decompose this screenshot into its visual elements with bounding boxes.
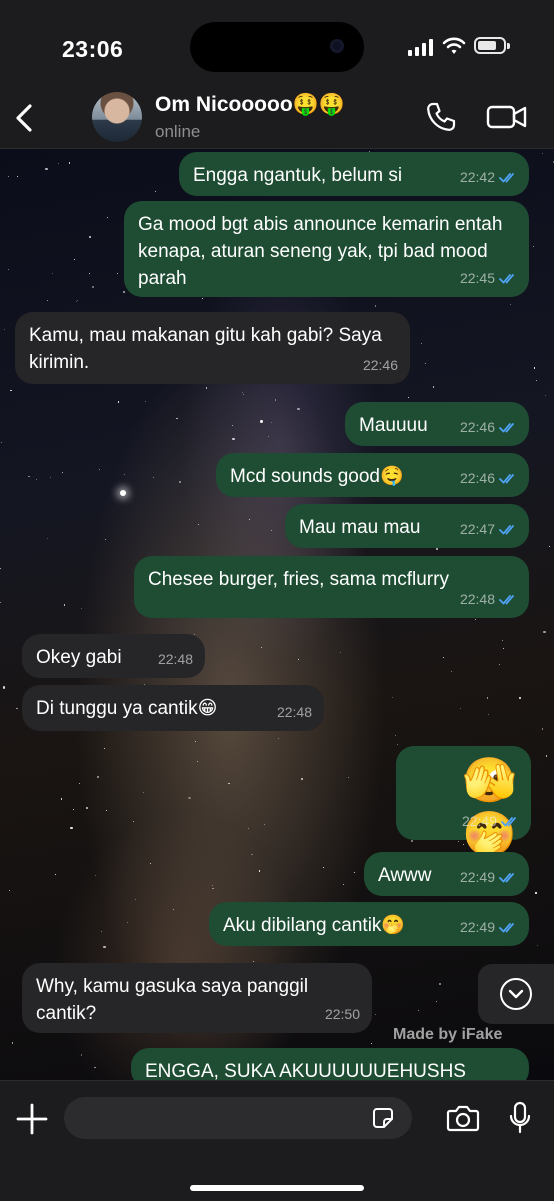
message-meta: 22:49 [462,808,519,835]
message-meta: 22:49 [460,864,517,891]
battery-icon [474,37,510,54]
outgoing-message[interactable]: Engga ngantuk, belum si 22:42 [179,152,529,196]
read-check-icon [499,173,514,183]
scroll-down-button[interactable] [478,964,554,1024]
incoming-message[interactable]: Kamu, mau makanan gitu kah gabi? Saya ki… [15,312,410,384]
message-meta: 22:46 [460,465,517,492]
home-indicator [190,1185,364,1191]
message-text: Ga mood bgt abis announce kemarin entah … [138,214,503,289]
message-time: 22:48 [276,704,312,720]
message-time: 22:48 [459,591,495,607]
message-meta: 22:49 [460,914,517,941]
message-time: 22:50 [324,1006,360,1022]
message-meta: 22:48 [277,699,312,726]
dynamic-island [190,22,364,72]
message-time: 22:48 [157,651,193,667]
message-text: Di tunggu ya cantik😁 [36,698,218,719]
read-check-icon [501,817,516,827]
contact-avatar[interactable] [92,92,142,142]
chat-header: Om Nicooooo🤑🤑 online [0,90,554,149]
microphone-icon[interactable] [508,1101,532,1135]
message-text: Why, kamu gasuka saya panggil cantik? [36,976,309,1024]
message-time: 22:49 [459,869,495,885]
incoming-message[interactable]: Di tunggu ya cantik😁 22:48 [22,685,324,731]
scroll-down-icon [500,978,532,1010]
status-bar: 23:06 [0,0,554,90]
message-meta: 22:47 [460,516,517,543]
outgoing-message[interactable]: Awww 22:49 [364,852,529,896]
incoming-message[interactable]: Why, kamu gasuka saya panggil cantik? 22:… [22,963,372,1033]
incoming-message[interactable]: Okey gabi 22:48 [22,634,205,678]
message-time: 22:46 [459,470,495,486]
cellular-signal-icon [408,38,434,56]
message-time: 22:42 [459,169,495,185]
message-time: 22:46 [459,419,495,435]
phone-icon[interactable] [424,100,458,134]
outgoing-message[interactable]: Aku dibilang cantik🤭 22:49 [209,902,529,946]
video-camera-icon[interactable] [486,100,528,134]
message-time: 22:45 [459,270,495,286]
read-check-icon [499,525,514,535]
wifi-icon [442,37,466,54]
outgoing-message[interactable]: Mauuuu 22:46 [345,402,529,446]
message-input[interactable] [64,1097,412,1139]
message-text: Kamu, mau makanan gitu kah gabi? Saya ki… [29,325,382,373]
message-meta: 22:46 [363,352,398,379]
read-check-icon [499,423,514,433]
outgoing-message[interactable]: Chesee burger, fries, sama mcflurry 22:48 [134,556,529,618]
message-meta: 22:50 [325,1001,360,1028]
back-button[interactable] [8,98,42,138]
contact-name[interactable]: Om Nicooooo🤑🤑 [155,93,345,117]
sticker-icon[interactable] [372,1107,394,1129]
message-meta: 22:42 [460,164,517,191]
read-check-icon [499,873,514,883]
read-check-icon [499,595,514,605]
camera-icon[interactable] [446,1103,480,1133]
outgoing-message[interactable]: Mcd sounds good🤤 22:46 [216,453,529,497]
status-time: 23:06 [62,36,124,62]
message-meta: 22:48 [158,646,193,673]
message-meta: 22:45 [460,265,517,292]
outgoing-message[interactable]: Mau mau mau 22:47 [285,504,529,548]
watermark: Made by iFake [393,1026,503,1043]
outgoing-message[interactable]: 🫣🤭 22:49 [396,746,531,859]
message-time: 22:49 [459,919,495,935]
message-meta: 22:48 [460,586,517,613]
message-time: 22:47 [459,521,495,537]
contact-status: online [155,122,201,141]
read-check-icon [499,474,514,484]
read-check-icon [499,923,514,933]
outgoing-message[interactable]: Ga mood bgt abis announce kemarin entah … [124,201,529,297]
read-check-icon [499,274,514,284]
plus-icon[interactable] [14,1101,50,1137]
message-time: 22:46 [362,357,398,373]
input-bar [0,1080,554,1201]
message-meta: 22:46 [460,414,517,441]
message-time: 22:49 [461,813,497,829]
